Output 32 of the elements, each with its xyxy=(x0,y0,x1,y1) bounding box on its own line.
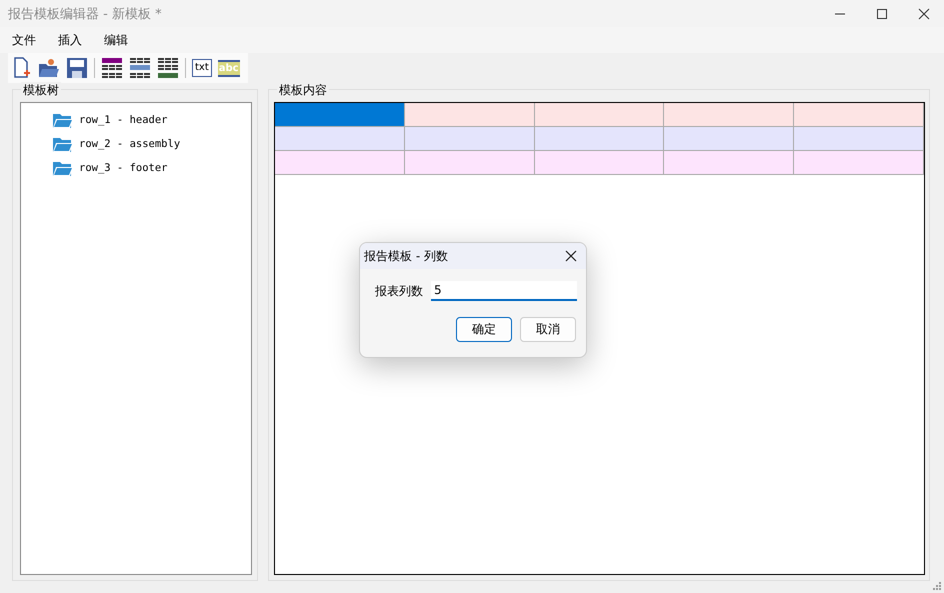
field-label: 报表列数 xyxy=(375,282,423,300)
folder-icon xyxy=(53,136,73,152)
folder-icon xyxy=(53,160,73,176)
tree-item[interactable]: row_1 - header xyxy=(79,114,168,126)
maximize-icon[interactable] xyxy=(876,8,888,20)
table-cell[interactable] xyxy=(534,127,664,150)
close-icon[interactable] xyxy=(565,250,577,262)
table-cell[interactable] xyxy=(534,151,664,174)
cancel-button[interactable]: 取消 xyxy=(520,317,576,342)
folder-icon[interactable] xyxy=(38,57,60,79)
table-footer-icon[interactable] xyxy=(157,57,179,79)
table-header-icon[interactable] xyxy=(101,57,123,79)
tree-item[interactable]: row_2 - assembly xyxy=(79,138,180,150)
menu-item[interactable]: 插入 xyxy=(50,32,90,48)
group-title: 模板树 xyxy=(21,82,61,99)
table-cell[interactable] xyxy=(534,103,664,126)
table-row-icon[interactable] xyxy=(129,57,151,79)
ok-button[interactable]: 确定 xyxy=(456,317,512,342)
table-cell[interactable] xyxy=(275,103,405,126)
window-title: 报告模板编辑器 - 新模板 * xyxy=(8,6,162,22)
folder-icon xyxy=(53,112,73,128)
group-title: 模板内容 xyxy=(277,82,329,99)
save-icon[interactable] xyxy=(66,57,88,79)
resize-grip-icon[interactable] xyxy=(932,581,942,591)
input-field[interactable]: 5 xyxy=(431,281,577,301)
new-file-icon[interactable] xyxy=(12,57,32,79)
tree-item[interactable]: row_3 - footer xyxy=(79,162,168,174)
menu-item[interactable]: 文件 xyxy=(4,32,44,48)
menu-item[interactable]: 编辑 xyxy=(96,32,136,48)
close-icon[interactable] xyxy=(918,8,930,20)
text-box-button[interactable]: txt xyxy=(192,59,212,77)
dialog-title: 报告模板 - 列数 xyxy=(364,248,448,264)
